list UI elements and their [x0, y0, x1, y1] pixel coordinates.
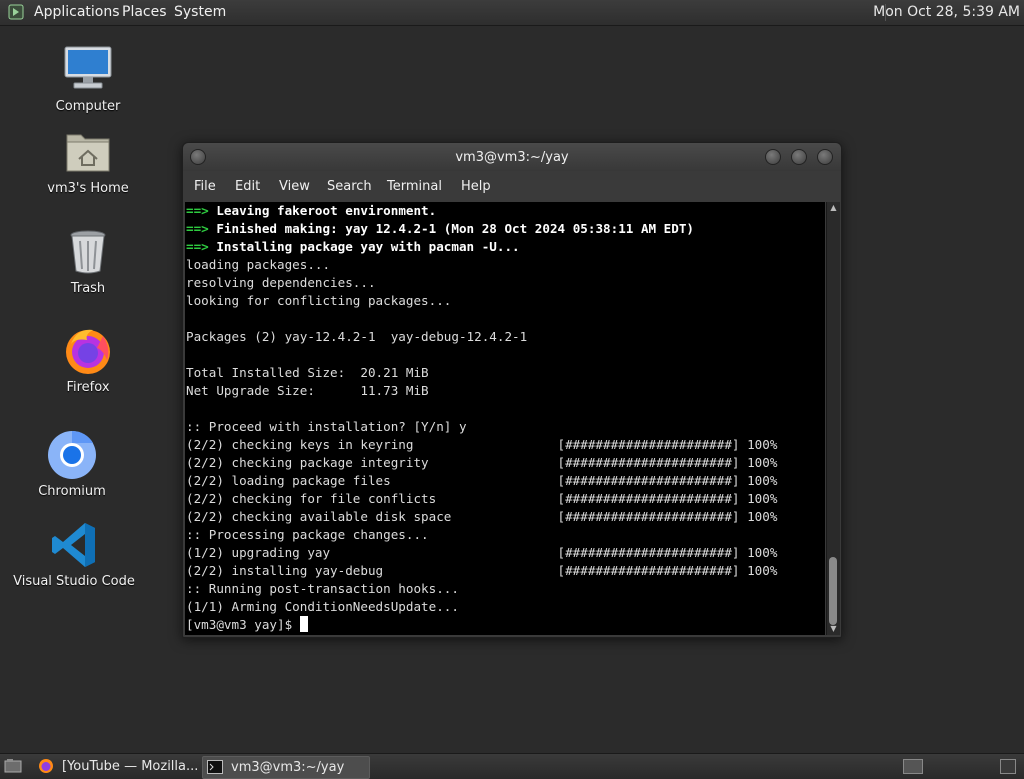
text-cursor	[299, 616, 308, 632]
desktop-icon-label: Computer	[55, 99, 121, 114]
firefox-icon	[39, 759, 53, 773]
menu-edit[interactable]: Edit	[235, 173, 260, 201]
terminal-line: [vm3@vm3 yay]$	[185, 616, 825, 634]
line-text: Leaving fakeroot environment.	[216, 203, 437, 218]
applications-menu-icon[interactable]	[8, 4, 24, 20]
menu-file[interactable]: File	[194, 173, 216, 201]
window-titlebar[interactable]: vm3@vm3:~/yay	[183, 143, 841, 171]
terminal-line: :: Running post-transaction hooks...	[186, 581, 459, 596]
arrow-prefix: ==>	[186, 239, 217, 254]
task-label: vm3@vm3:~/yay	[231, 760, 345, 775]
desktop-icon-vscode[interactable]: Visual Studio Code	[9, 520, 139, 589]
menu-terminal[interactable]: Terminal	[387, 173, 442, 201]
scroll-down-icon[interactable]: ▼	[827, 623, 840, 635]
desktop-icon-label: Firefox	[66, 380, 110, 395]
arrow-prefix: ==>	[186, 203, 217, 218]
desktop-icon-home[interactable]: vm3's Home	[23, 127, 153, 196]
terminal-line: Total Installed Size: 20.21 MiB	[186, 365, 429, 380]
terminal-line: (2/2) checking package integrity [######…	[186, 455, 778, 470]
scrollbar-thumb[interactable]	[829, 557, 837, 625]
task-button-firefox[interactable]: [YouTube — Mozilla...	[34, 756, 200, 777]
bottom-panel: [YouTube — Mozilla... vm3@vm3:~/yay	[0, 753, 1024, 779]
workspace-2[interactable]	[1000, 759, 1016, 774]
desktop-icon-label: vm3's Home	[47, 181, 129, 196]
clock[interactable]: Mon Oct 28, 5:39 AM	[873, 0, 1020, 25]
terminal-line: (2/2) installing yay-debug [############…	[186, 563, 778, 578]
terminal-line: (1/1) Arming ConditionNeedsUpdate...	[186, 599, 459, 614]
terminal-icon	[207, 760, 223, 774]
applications-menu[interactable]: Applications	[34, 0, 120, 25]
terminal-line: loading packages...	[186, 257, 331, 272]
computer-icon	[63, 45, 113, 95]
terminal-line: ==> Installing package yay with pacman -…	[185, 238, 825, 256]
terminal-line: :: Proceed with installation? [Y/n] y	[186, 419, 467, 434]
desktop-icon-label: Chromium	[38, 484, 106, 499]
terminal-line: (2/2) checking for file conflicts [#####…	[186, 491, 778, 506]
terminal-line: Net Upgrade Size: 11.73 MiB	[186, 383, 429, 398]
show-desktop-icon[interactable]	[4, 758, 22, 774]
minimize-icon[interactable]	[765, 149, 781, 165]
places-menu[interactable]: Places	[122, 0, 167, 25]
workspace-1[interactable]	[903, 759, 923, 774]
menu-view[interactable]: View	[279, 173, 310, 201]
terminal-line: Packages (2) yay-12.4.2-1 yay-debug-12.4…	[186, 329, 528, 344]
window-title: vm3@vm3:~/yay	[455, 150, 569, 165]
terminal-line: (2/2) checking keys in keyring [########…	[186, 437, 778, 452]
task-button-terminal[interactable]: vm3@vm3:~/yay	[202, 756, 370, 779]
vscode-icon	[49, 520, 99, 570]
firefox-icon	[63, 326, 113, 376]
desktop-icon-label: Trash	[70, 281, 106, 296]
terminal-scrollbar[interactable]: ▲ ▼	[826, 202, 840, 635]
desktop-icon-label: Visual Studio Code	[13, 574, 135, 589]
menu-search[interactable]: Search	[327, 173, 372, 201]
maximize-icon[interactable]	[791, 149, 807, 165]
terminal-line: :: Processing package changes...	[186, 527, 429, 542]
terminal-line: looking for conflicting packages...	[186, 293, 452, 308]
home-folder-icon	[63, 127, 113, 177]
line-text: Installing package yay with pacman -U...	[216, 239, 520, 254]
terminal-menubar: File Edit View Search Terminal Help	[183, 173, 841, 201]
terminal-window[interactable]: vm3@vm3:~/yay File Edit View Search Term…	[182, 142, 842, 638]
top-panel: Applications Places System Mon Oct 28, 5…	[0, 0, 1024, 26]
desktop-icon-firefox[interactable]: Firefox	[23, 326, 153, 395]
desktop-icon-trash[interactable]: Trash	[23, 227, 153, 296]
scroll-up-icon[interactable]: ▲	[827, 202, 840, 214]
menu-help[interactable]: Help	[461, 173, 491, 201]
terminal-line: resolving dependencies...	[186, 275, 376, 290]
close-icon[interactable]	[817, 149, 833, 165]
terminal-output[interactable]: ==> Leaving fakeroot environment. ==> Fin…	[185, 202, 825, 635]
terminal-line: ==> Finished making: yay 12.4.2-1 (Mon 2…	[185, 220, 825, 238]
terminal-line: (2/2) checking available disk space [###…	[186, 509, 778, 524]
task-label: [YouTube — Mozilla...	[62, 759, 199, 774]
terminal-line: (2/2) loading package files [###########…	[186, 473, 778, 488]
terminal-line: (1/2) upgrading yay [###################…	[186, 545, 778, 560]
arrow-prefix: ==>	[186, 221, 217, 236]
trash-icon	[63, 227, 113, 277]
desktop-icon-chromium[interactable]: Chromium	[7, 430, 137, 499]
desktop-icon-computer[interactable]: Computer	[23, 45, 153, 114]
terminal-line: ==> Leaving fakeroot environment.	[185, 202, 825, 220]
system-menu[interactable]: System	[174, 0, 226, 25]
chromium-icon	[47, 430, 97, 480]
line-text: Finished making: yay 12.4.2-1 (Mon 28 Oc…	[216, 221, 695, 236]
